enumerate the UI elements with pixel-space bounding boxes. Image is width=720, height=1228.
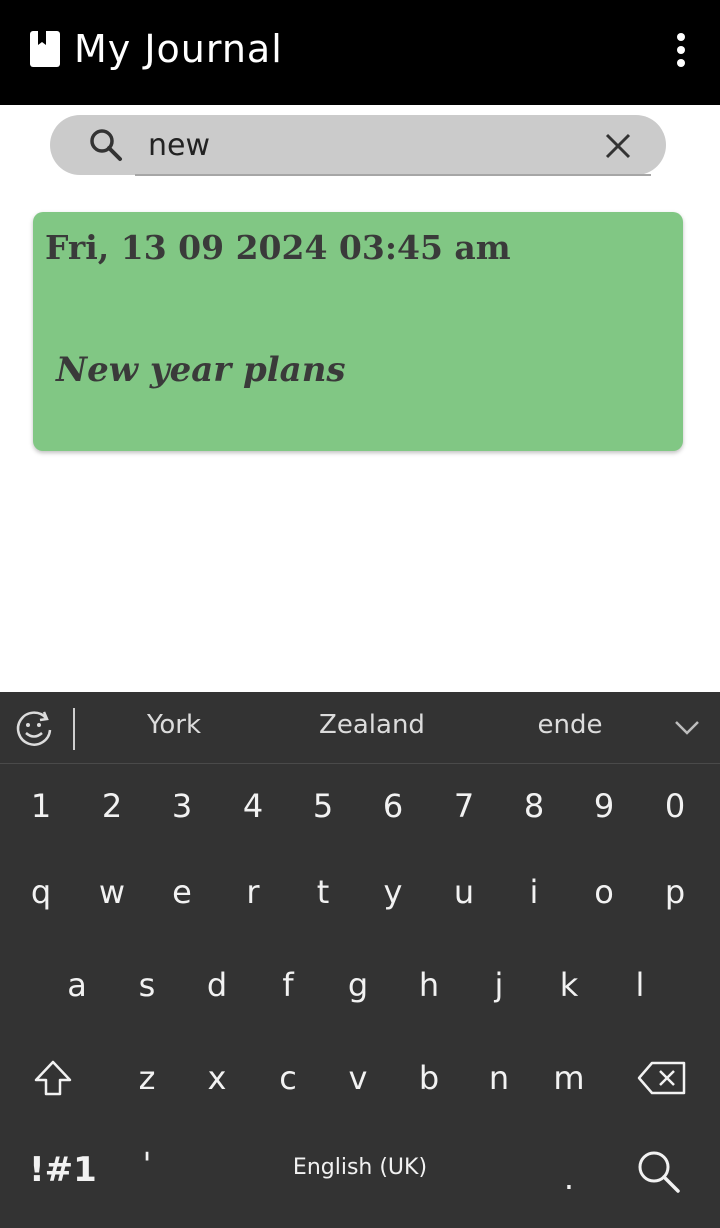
key-m[interactable]: m [534,1058,604,1098]
key-i[interactable]: i [499,872,569,912]
key-r[interactable]: r [218,872,288,912]
key-y[interactable]: y [358,872,428,912]
search-icon [90,129,122,161]
app-title: My Journal [74,27,283,71]
entry-date: Fri, 13 09 2024 03:45 am [45,228,511,267]
close-icon[interactable] [598,126,638,166]
key-a[interactable]: a [42,965,112,1005]
key-4[interactable]: 4 [218,786,288,826]
journal-entry-card[interactable]: Fri, 13 09 2024 03:45 am New year plans [33,212,683,451]
bookmark-icon [30,31,60,67]
emoji-sticker-icon[interactable] [14,708,54,748]
key-j[interactable]: j [464,965,534,1005]
key-n[interactable]: n [464,1058,534,1098]
key-h[interactable]: h [394,965,464,1005]
suggestion-1[interactable]: York [84,710,264,740]
key-c[interactable]: c [253,1058,323,1098]
search-underline [135,174,651,176]
key-k[interactable]: k [534,965,604,1005]
symbols-key[interactable]: !#1 [28,1150,98,1190]
key-7[interactable]: 7 [429,786,499,826]
key-p[interactable]: p [640,872,710,912]
search-icon[interactable] [634,1148,682,1196]
key-u[interactable]: u [429,872,499,912]
key-e[interactable]: e [147,872,217,912]
key-1[interactable]: 1 [6,786,76,826]
key-f[interactable]: f [253,965,323,1005]
key-8[interactable]: 8 [499,786,569,826]
key-0[interactable]: 0 [640,786,710,826]
key-apostrophe[interactable]: ' [112,1144,182,1184]
key-2[interactable]: 2 [77,786,147,826]
suggestion-2[interactable]: Zealand [282,710,462,740]
key-t[interactable]: t [288,872,358,912]
key-6[interactable]: 6 [358,786,428,826]
key-5[interactable]: 5 [288,786,358,826]
key-q[interactable]: q [6,872,76,912]
entry-title: New year plans [56,350,346,390]
search-input[interactable] [148,125,568,165]
key-g[interactable]: g [323,965,393,1005]
soft-keyboard: York Zealand ende 1 2 3 4 5 6 7 8 9 0 q … [0,692,720,1228]
key-s[interactable]: s [112,965,182,1005]
space-key[interactable]: English (UK) [230,1155,490,1180]
chevron-down-icon[interactable] [672,716,702,740]
key-b[interactable]: b [394,1058,464,1098]
key-o[interactable]: o [569,872,639,912]
key-v[interactable]: v [323,1058,393,1098]
key-d[interactable]: d [182,965,252,1005]
key-period[interactable]: . [534,1158,604,1198]
key-9[interactable]: 9 [569,786,639,826]
key-z[interactable]: z [112,1058,182,1098]
backspace-icon[interactable] [636,1060,688,1096]
suggestion-bar: York Zealand ende [0,692,720,764]
app-bar: My Journal [0,0,720,105]
key-x[interactable]: x [182,1058,252,1098]
key-w[interactable]: w [77,872,147,912]
shift-icon[interactable] [32,1058,74,1100]
more-vert-icon[interactable] [665,30,697,70]
key-l[interactable]: l [605,965,675,1005]
suggestion-divider [73,708,75,750]
key-3[interactable]: 3 [147,786,217,826]
suggestion-3[interactable]: ende [480,710,660,740]
